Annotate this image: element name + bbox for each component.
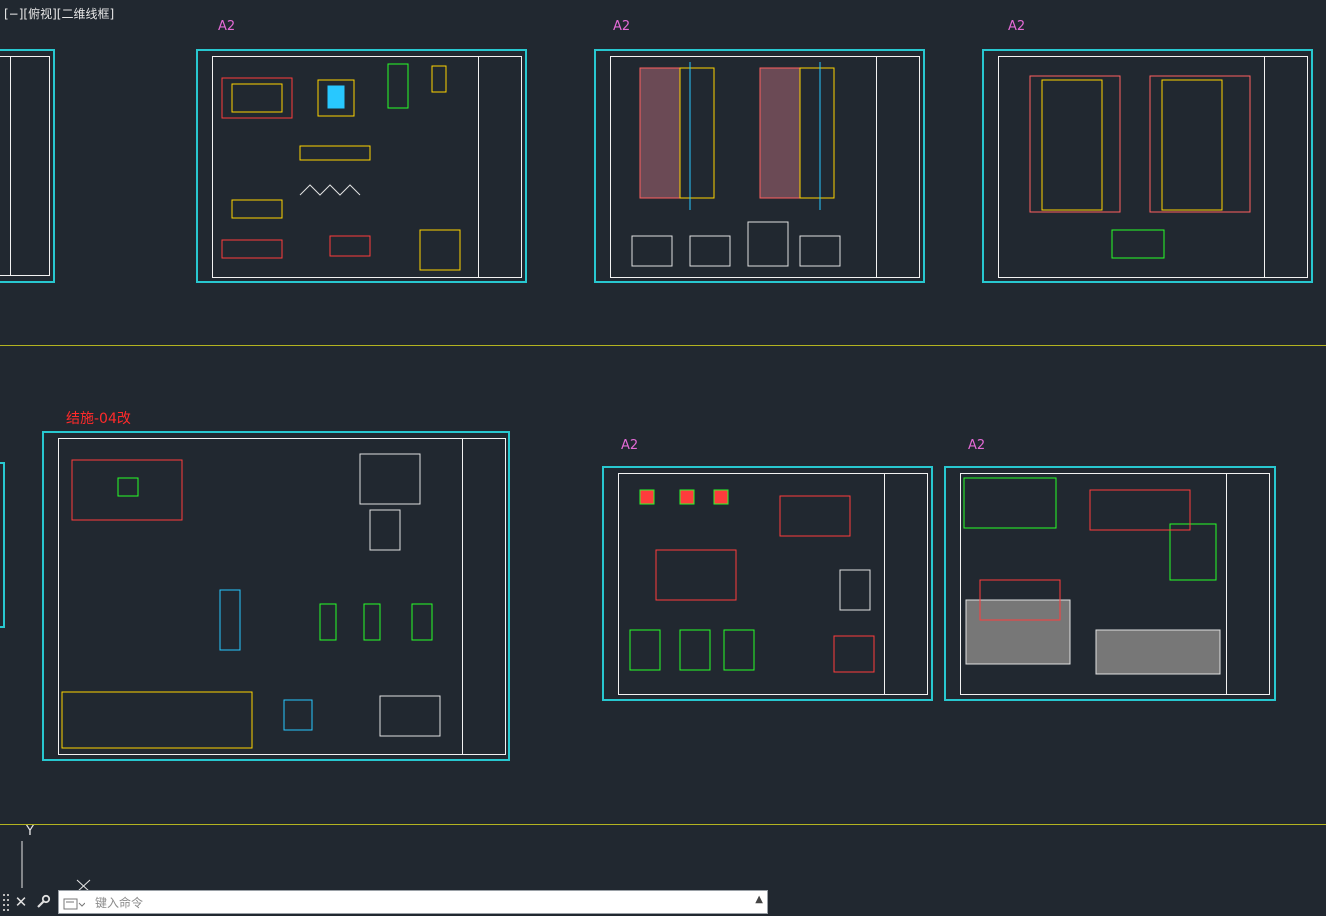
wrench-icon[interactable] xyxy=(34,892,52,912)
sheet-size-label: A2 xyxy=(968,438,986,453)
sheet-size-label: A2 xyxy=(613,19,631,34)
command-placeholder: 键入命令 xyxy=(95,896,144,910)
drawing-sheet[interactable] xyxy=(982,49,1313,283)
drawing-sheet[interactable] xyxy=(602,466,933,701)
divider-line xyxy=(0,345,1326,346)
ucs-icon: Y xyxy=(14,824,104,894)
drawing-sheet-partial[interactable] xyxy=(0,49,55,283)
command-history-icon[interactable] xyxy=(63,896,86,915)
close-icon[interactable]: ✕ xyxy=(12,892,30,912)
divider-line xyxy=(0,824,1326,825)
command-line-bar: ✕ 键入命令 ▲ xyxy=(0,888,770,916)
sheet-size-label: A2 xyxy=(1008,19,1026,34)
sheet-size-label: A2 xyxy=(218,19,236,34)
drawing-sheet[interactable] xyxy=(196,49,527,283)
grip-handle-icon[interactable] xyxy=(2,892,10,912)
drawing-sheet[interactable] xyxy=(594,49,925,283)
drawing-sheet[interactable] xyxy=(42,431,510,761)
ucs-y-label: Y xyxy=(26,824,34,839)
scroll-up-icon[interactable]: ▲ xyxy=(755,894,763,905)
sheet-size-label: A2 xyxy=(621,438,639,453)
drawing-sheet-partial[interactable] xyxy=(0,462,5,628)
drawing-sheet[interactable] xyxy=(944,466,1276,701)
sheet-title-label: 结施-04改 xyxy=(66,411,131,427)
viewport-label[interactable]: [−][俯视][二维线框] xyxy=(4,5,114,22)
command-input[interactable]: 键入命令 ▲ xyxy=(58,890,768,914)
